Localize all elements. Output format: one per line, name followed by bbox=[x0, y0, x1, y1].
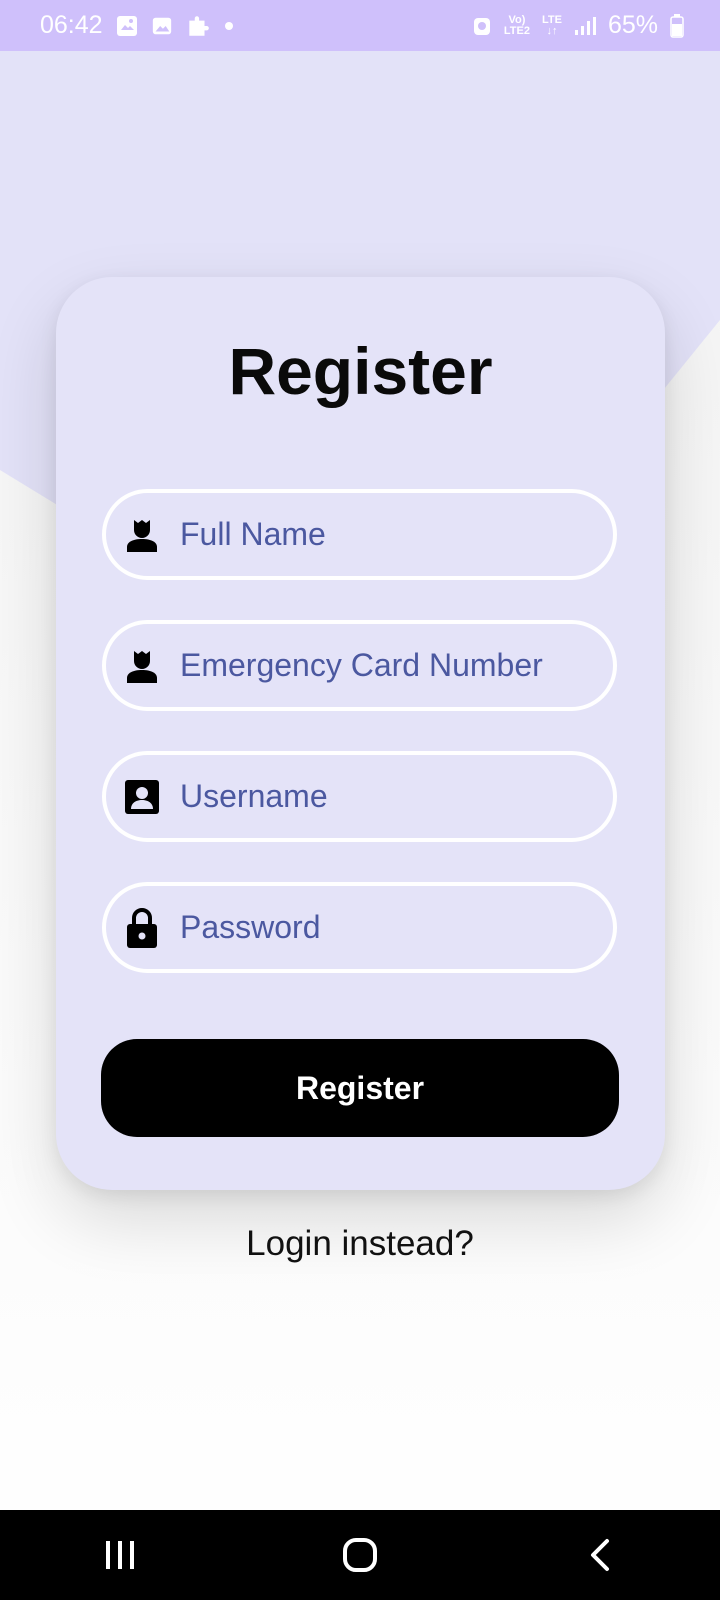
battery-icon bbox=[670, 13, 684, 38]
home-icon bbox=[343, 1538, 377, 1572]
register-screen: 06:42 Vo) LTE2 LTE ↓↑ 65% Register Full … bbox=[0, 0, 720, 1600]
recent-apps-button[interactable] bbox=[80, 1525, 160, 1585]
login-instead-link[interactable]: Login instead? bbox=[0, 1224, 720, 1264]
account-box-icon bbox=[124, 779, 160, 815]
puzzle-icon bbox=[185, 13, 211, 39]
volte-icon: Vo) LTE2 bbox=[503, 13, 530, 37]
battery-percent: 65% bbox=[607, 11, 658, 39]
volte-bottom-label: LTE2 bbox=[503, 24, 530, 37]
lte-arrows: ↓↑ bbox=[546, 24, 558, 37]
full-name-field[interactable] bbox=[102, 489, 617, 580]
sync-image-icon bbox=[115, 14, 139, 38]
recent-apps-icon bbox=[106, 1541, 134, 1569]
register-button[interactable]: Register bbox=[101, 1039, 619, 1137]
lte-icon: LTE ↓↑ bbox=[541, 13, 562, 37]
dot-icon bbox=[223, 20, 235, 32]
status-bar: 06:42 Vo) LTE2 LTE ↓↑ 65% bbox=[0, 0, 720, 51]
back-button[interactable] bbox=[560, 1525, 640, 1585]
lock-icon bbox=[124, 907, 160, 948]
person-icon bbox=[124, 648, 160, 684]
username-input[interactable] bbox=[180, 778, 600, 815]
navigation-bar bbox=[0, 1510, 720, 1600]
status-left: 06:42 bbox=[40, 11, 235, 40]
signal-icon bbox=[574, 16, 596, 36]
alarm-icon bbox=[472, 15, 492, 37]
emergency-card-input[interactable] bbox=[180, 647, 600, 684]
gallery-icon bbox=[151, 15, 173, 37]
username-field[interactable] bbox=[102, 751, 617, 842]
home-button[interactable] bbox=[320, 1525, 400, 1585]
page-title: Register bbox=[228, 334, 493, 408]
register-card: Register Register bbox=[56, 277, 665, 1190]
full-name-input[interactable] bbox=[180, 516, 600, 553]
volte-top-label: Vo) bbox=[508, 13, 526, 26]
status-time: 06:42 bbox=[40, 11, 103, 39]
password-field[interactable] bbox=[102, 882, 617, 973]
person-icon bbox=[124, 517, 160, 553]
status-right: Vo) LTE2 LTE ↓↑ 65% bbox=[472, 11, 684, 40]
back-icon bbox=[591, 1539, 609, 1571]
lte-label: LTE bbox=[541, 13, 562, 26]
password-input[interactable] bbox=[180, 909, 600, 946]
emergency-card-field[interactable] bbox=[102, 620, 617, 711]
